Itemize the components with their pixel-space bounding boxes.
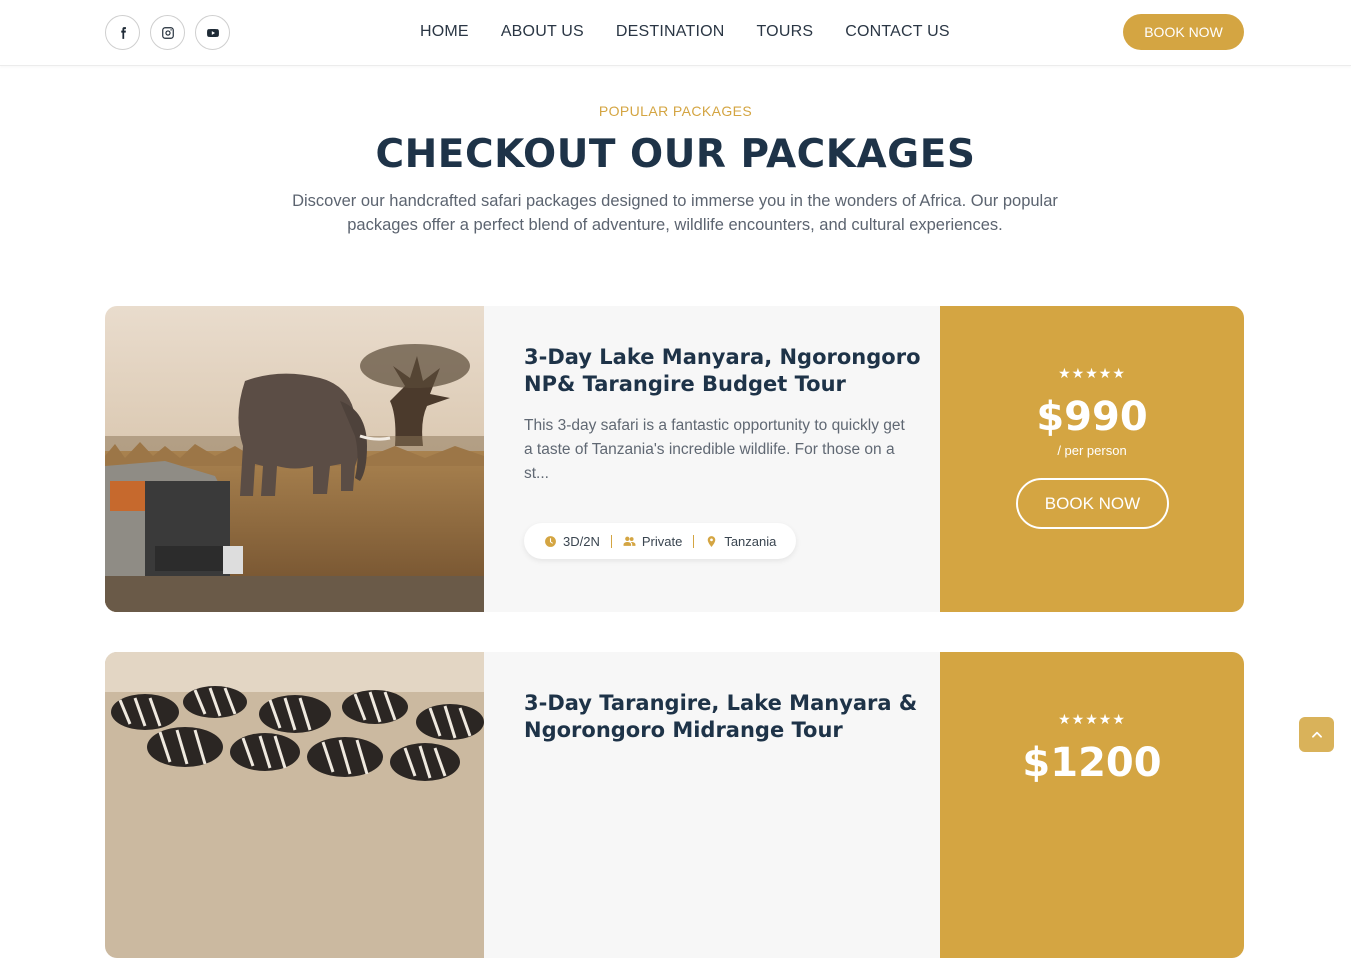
nav-about-us[interactable]: ABOUT US <box>501 23 584 41</box>
package-card: 3-Day Tarangire, Lake Manyara & Ngorongo… <box>105 652 1244 958</box>
nav-destination[interactable]: DESTINATION <box>616 23 725 41</box>
nav-contact-us[interactable]: CONTACT US <box>845 23 950 41</box>
scroll-to-top-button[interactable] <box>1299 717 1334 752</box>
section-intro: Discover our handcrafted safari packages… <box>292 192 1058 234</box>
duration-label: 3D/2N <box>563 533 600 549</box>
package-meta: 3D/2N Private Tanzania <box>524 523 797 559</box>
instagram-icon[interactable] <box>150 15 185 50</box>
price-unit: / per person <box>1057 443 1127 458</box>
chevron-up-icon <box>1311 731 1322 738</box>
price-panel: ★★★★★ $1200 <box>940 652 1244 958</box>
package-body: 3-Day Tarangire, Lake Manyara & Ngorongo… <box>524 690 924 743</box>
location-label: Tanzania <box>724 533 777 549</box>
type-meta: Private <box>623 534 682 549</box>
package-description: This 3-day safari is a fantastic opportu… <box>524 417 905 482</box>
type-label: Private <box>641 533 683 549</box>
nav-home[interactable]: HOME <box>420 23 469 41</box>
rating-stars-icon: ★★★★★ <box>1058 712 1126 728</box>
package-card: 3-Day Lake Manyara, Ngorongoro NP& Taran… <box>105 306 1244 612</box>
price-panel: ★★★★★ $990 / per person BOOK NOW <box>940 306 1244 612</box>
section-eyebrow: POPULAR PACKAGES <box>598 103 753 119</box>
meta-divider <box>610 534 612 548</box>
social-links <box>105 15 230 50</box>
main-nav: HOME ABOUT US DESTINATION TOURS CONTACT … <box>420 0 950 64</box>
package-body: 3-Day Lake Manyara, Ngorongoro NP& Taran… <box>524 344 924 559</box>
zebra-herd-image[interactable] <box>105 652 484 958</box>
elephant-safari-image[interactable] <box>105 306 484 612</box>
map-pin-icon <box>708 535 716 547</box>
nav-tours[interactable]: TOURS <box>757 23 814 41</box>
rating-stars-icon: ★★★★★ <box>1058 366 1126 382</box>
package-price: $990 <box>1036 394 1148 440</box>
location-meta: Tanzania <box>705 534 776 549</box>
section-title: CHECKOUT OUR PACKAGES <box>375 132 976 177</box>
facebook-icon[interactable] <box>105 15 140 50</box>
users-icon <box>623 536 636 546</box>
youtube-icon[interactable] <box>195 15 230 50</box>
duration-meta: 3D/2N <box>544 534 600 549</box>
package-title[interactable]: 3-Day Tarangire, Lake Manyara & Ngorongo… <box>524 690 924 743</box>
clock-icon <box>545 535 556 547</box>
package-book-now-button[interactable]: BOOK NOW <box>1016 478 1169 529</box>
package-title[interactable]: 3-Day Lake Manyara, Ngorongoro NP& Taran… <box>524 344 924 397</box>
book-now-button[interactable]: BOOK NOW <box>1123 14 1244 50</box>
meta-divider <box>693 534 695 548</box>
package-price: $1200 <box>1022 740 1162 786</box>
site-header: HOME ABOUT US DESTINATION TOURS CONTACT … <box>0 0 1351 66</box>
